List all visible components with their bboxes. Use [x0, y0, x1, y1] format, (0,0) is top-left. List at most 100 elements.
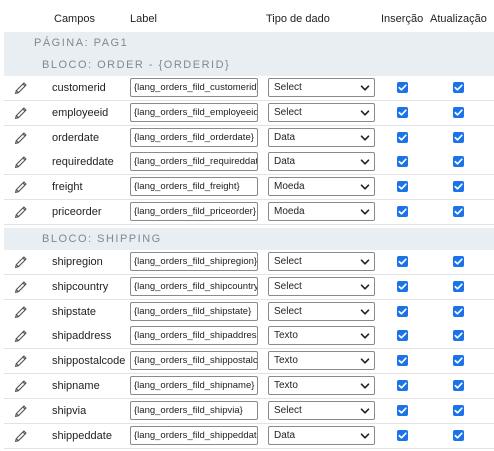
insert-checkbox[interactable] [397, 256, 408, 267]
field-row: employeeid {lang_orders_fild_employeeid} S… [4, 100, 494, 126]
block-section: BLOCO: SHIPPING [4, 228, 494, 250]
update-checkbox[interactable] [453, 305, 464, 317]
data-type-value: Select [274, 106, 302, 118]
pencil-icon[interactable] [13, 378, 29, 394]
insert-checkbox[interactable] [397, 82, 408, 93]
pencil-icon[interactable] [13, 204, 29, 220]
data-type-value: Moeda [274, 181, 305, 193]
data-type-value: Select [274, 305, 302, 317]
label-input[interactable]: {lang_orders_fild_shipname} [130, 376, 258, 395]
data-type-select[interactable]: Select [268, 301, 375, 321]
chevron-down-icon [360, 307, 370, 317]
block-section: BLOCO: ORDER - {ORDERID} [4, 54, 494, 76]
field-row: requireddate {lang_orders_fild_requiredda… [4, 150, 494, 176]
update-checkbox[interactable] [453, 106, 464, 118]
data-type-value: Data [274, 131, 296, 143]
pencil-icon[interactable] [13, 80, 29, 96]
pencil-icon[interactable] [13, 105, 29, 121]
label-input[interactable]: {lang_orders_fild_freight} [130, 177, 258, 197]
insert-checkbox[interactable] [397, 156, 408, 168]
insert-checkbox[interactable] [397, 429, 408, 441]
label-input[interactable]: {lang_orders_fild_employeeid} [130, 102, 258, 122]
insert-checkbox[interactable] [397, 106, 408, 118]
field-name: employeeid [52, 106, 109, 119]
data-type-select[interactable]: Data [268, 127, 375, 147]
insert-checkbox[interactable] [397, 131, 408, 143]
pencil-icon[interactable] [13, 304, 29, 320]
update-checkbox[interactable] [453, 131, 464, 143]
update-checkbox[interactable] [453, 330, 464, 342]
pencil-icon[interactable] [13, 428, 29, 444]
block-section-title: BLOCO: SHIPPING [42, 233, 162, 245]
chevron-down-icon [360, 431, 370, 441]
insert-checkbox[interactable] [397, 181, 408, 193]
label-input[interactable]: {lang_orders_fild_shippeddate} [130, 425, 258, 445]
insert-checkbox[interactable] [397, 280, 408, 292]
data-type-select[interactable]: Select [268, 400, 375, 420]
pencil-icon[interactable] [13, 254, 29, 270]
label-input[interactable]: {lang_orders_fild_shipregion} [130, 252, 258, 271]
pencil-icon[interactable] [13, 328, 29, 344]
data-type-select[interactable]: Texto [268, 351, 375, 371]
field-row: shipstate {lang_orders_fild_shipstate} Sel… [4, 299, 494, 325]
insert-checkbox[interactable] [397, 380, 408, 391]
data-type-select[interactable]: Select [268, 252, 375, 271]
label-input[interactable]: {lang_orders_fild_customerid} [130, 78, 258, 97]
label-input[interactable]: {lang_orders_fild_requireddate} [130, 152, 258, 172]
data-type-value: Select [274, 256, 302, 267]
label-input[interactable]: {lang_orders_fild_shippostalcode} [130, 351, 258, 371]
label-input[interactable]: {lang_orders_fild_priceorder} [130, 202, 258, 221]
chevron-down-icon [360, 207, 370, 217]
chevron-down-icon [360, 257, 370, 267]
label-input[interactable]: {lang_orders_fild_shipaddress} [130, 326, 258, 346]
label-input[interactable]: {lang_orders_fild_shipcountry} [130, 276, 258, 296]
col-insercao: Inserção [381, 13, 424, 25]
update-checkbox[interactable] [453, 280, 464, 292]
field-row: customerid {lang_orders_fild_customerid} S… [4, 76, 494, 101]
update-checkbox[interactable] [453, 206, 464, 217]
insert-checkbox[interactable] [397, 305, 408, 317]
pencil-icon[interactable] [13, 279, 29, 295]
field-name: orderdate [52, 131, 100, 144]
page-section: PÁGINA: PAG1 [4, 32, 494, 54]
label-input[interactable]: {lang_orders_fild_orderdate} [130, 127, 258, 147]
data-type-select[interactable]: Select [268, 276, 375, 296]
update-checkbox[interactable] [453, 429, 464, 441]
pencil-icon[interactable] [13, 179, 29, 195]
update-checkbox[interactable] [453, 404, 464, 416]
label-input[interactable]: {lang_orders_fild_shipvia} [130, 400, 258, 420]
update-checkbox[interactable] [453, 355, 464, 367]
label-input[interactable]: {lang_orders_fild_shipstate} [130, 301, 258, 321]
pencil-icon[interactable] [13, 154, 29, 170]
insert-checkbox[interactable] [397, 355, 408, 367]
data-type-select[interactable]: Moeda [268, 177, 375, 197]
pencil-icon[interactable] [13, 403, 29, 419]
field-row: shipcountry {lang_orders_fild_shipcountry… [4, 274, 494, 300]
update-checkbox[interactable] [453, 380, 464, 391]
update-checkbox[interactable] [453, 82, 464, 93]
chevron-down-icon [360, 356, 370, 366]
insert-checkbox[interactable] [397, 404, 408, 416]
field-row: shippeddate {lang_orders_fild_shippeddate… [4, 423, 494, 449]
field-row: shipvia {lang_orders_fild_shipvia} Select [4, 398, 494, 424]
pencil-icon[interactable] [13, 353, 29, 369]
chevron-down-icon [360, 108, 370, 118]
pencil-icon[interactable] [13, 130, 29, 146]
data-type-select[interactable]: Select [268, 102, 375, 122]
field-row: orderdate {lang_orders_fild_orderdate} Dat… [4, 125, 494, 151]
update-checkbox[interactable] [453, 256, 464, 267]
insert-checkbox[interactable] [397, 206, 408, 217]
data-type-select[interactable]: Select [268, 78, 375, 97]
col-label: Label [130, 13, 157, 25]
data-type-value: Select [274, 280, 302, 292]
chevron-down-icon [360, 381, 370, 391]
update-checkbox[interactable] [453, 181, 464, 193]
insert-checkbox[interactable] [397, 330, 408, 342]
field-name: freight [52, 181, 83, 194]
data-type-select[interactable]: Data [268, 152, 375, 172]
data-type-select[interactable]: Texto [268, 326, 375, 346]
data-type-select[interactable]: Moeda [268, 202, 375, 221]
data-type-select[interactable]: Texto [268, 376, 375, 395]
data-type-select[interactable]: Data [268, 425, 375, 445]
update-checkbox[interactable] [453, 156, 464, 168]
